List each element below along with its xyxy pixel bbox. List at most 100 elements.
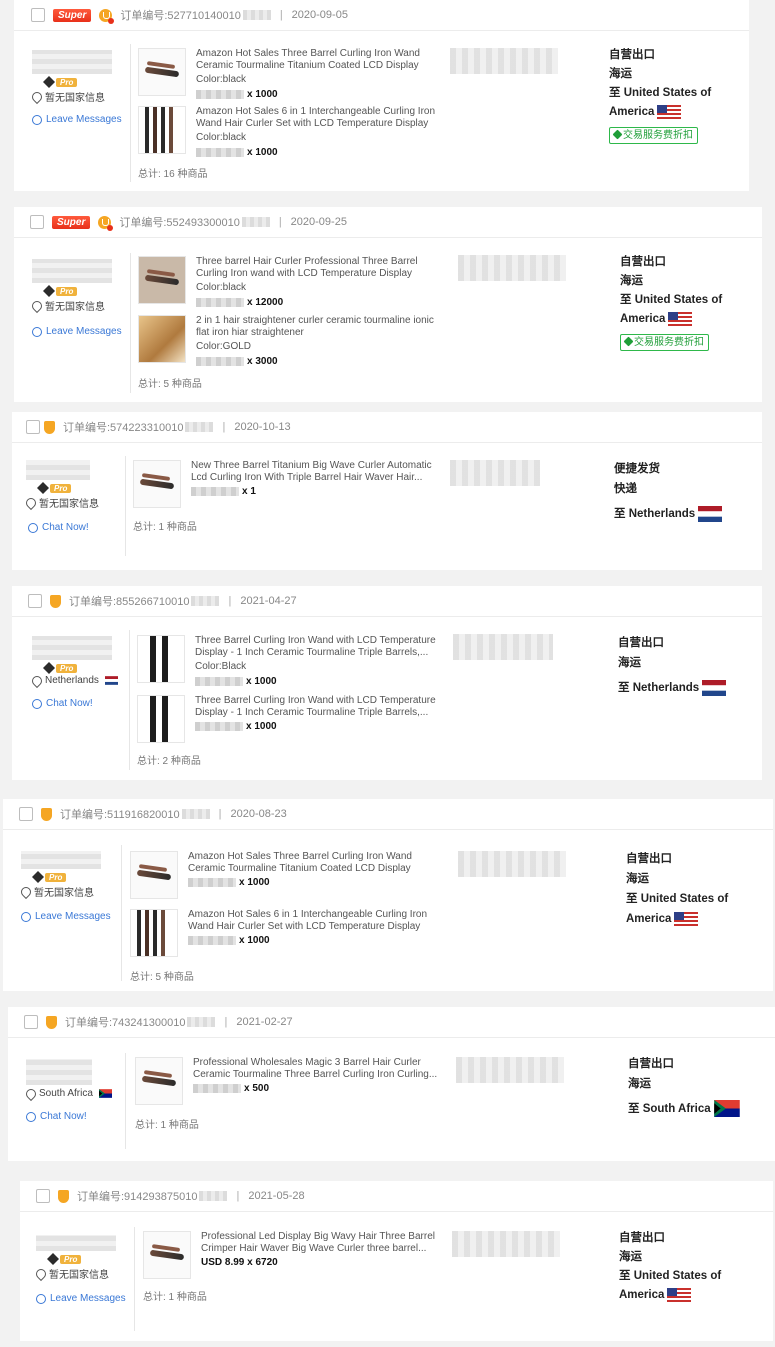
contact-link[interactable]: Chat Now! xyxy=(28,522,99,533)
divider xyxy=(130,253,131,393)
product-image[interactable] xyxy=(138,315,186,363)
service-discount-tag[interactable]: 交易服务费折扣 xyxy=(609,127,698,144)
product-image[interactable] xyxy=(138,48,186,96)
diamond-icon xyxy=(42,661,56,675)
chat-icon xyxy=(32,698,42,709)
order-number[interactable]: 订单编号:914293875010 xyxy=(77,1188,197,1204)
product-title[interactable]: Professional Led Display Big Wavy Hair T… xyxy=(201,1231,451,1254)
order-checkbox[interactable] xyxy=(36,1189,50,1203)
order-checkbox[interactable] xyxy=(24,1015,38,1029)
order-checkbox[interactable] xyxy=(28,594,42,608)
product-image[interactable] xyxy=(137,635,185,683)
contact-link[interactable]: Chat Now! xyxy=(32,698,118,709)
product-title[interactable]: Three Barrel Curling Iron Wand with LCD … xyxy=(195,635,445,658)
product-title[interactable]: Amazon Hot Sales 6 in 1 Interchangeable … xyxy=(188,909,438,932)
order-card: 订单编号:855266710010 | 2021-04-27 Pro Nethe… xyxy=(12,586,762,780)
product-image[interactable] xyxy=(138,106,186,154)
product-color: Color:black xyxy=(196,282,247,293)
order-date: 2021-04-27 xyxy=(240,595,297,607)
order-checkbox[interactable] xyxy=(30,215,44,229)
separator: | xyxy=(236,1190,240,1202)
buyer-block: Pro 暂无国家信息 Leave Messages xyxy=(33,1235,126,1304)
order-number[interactable]: 订单编号:552493300010 xyxy=(119,214,239,230)
product-quantity: x 3000 xyxy=(196,356,446,368)
us-flag-icon xyxy=(667,1287,692,1302)
order-number[interactable]: 订单编号:855266710010 xyxy=(69,593,189,609)
product-quantity: x 1000 xyxy=(188,935,438,947)
contact-link[interactable]: Leave Messages xyxy=(36,1293,126,1304)
product-title[interactable]: 2 in 1 hair straightener curler ceramic … xyxy=(196,315,446,338)
gold-supplier-icon xyxy=(99,8,115,24)
order-date: 2020-09-05 xyxy=(291,9,348,21)
product-color: Color:black xyxy=(196,74,247,85)
destination: 至 South Africa xyxy=(628,1099,768,1119)
location-pin-icon xyxy=(23,1086,39,1101)
contact-link[interactable]: Leave Messages xyxy=(21,911,111,922)
product-image[interactable] xyxy=(135,1057,183,1105)
destination: 至 United States of America xyxy=(609,87,712,119)
order-total-count: 总计: 16 种商品 xyxy=(138,169,208,180)
pro-badge: Pro xyxy=(36,481,99,495)
contact-label[interactable]: Leave Messages xyxy=(50,1293,126,1304)
shipping-type: 自营出口 xyxy=(609,49,655,61)
buyer-location: 暂无国家信息 xyxy=(23,495,99,510)
location-pin-icon xyxy=(18,884,34,899)
order-number[interactable]: 订单编号:574223310010 xyxy=(63,419,183,435)
contact-link[interactable]: Leave Messages xyxy=(32,326,122,337)
product-image[interactable] xyxy=(143,1231,191,1279)
product-title[interactable]: Amazon Hot Sales Three Barrel Curling Ir… xyxy=(188,851,438,874)
contact-label[interactable]: Leave Messages xyxy=(35,911,111,922)
gold-shield-icon xyxy=(46,1015,57,1029)
order-number[interactable]: 订单编号:527710140010 xyxy=(120,7,240,23)
service-discount-tag[interactable]: 交易服务费折扣 xyxy=(620,334,709,351)
product-color: Color:GOLD xyxy=(196,341,252,352)
product-image[interactable] xyxy=(133,460,181,508)
chat-icon xyxy=(21,911,31,922)
product-item: 2 in 1 hair straightener curler ceramic … xyxy=(138,315,446,367)
separator: | xyxy=(228,595,232,607)
contact-label[interactable]: Leave Messages xyxy=(46,326,122,337)
product-quantity: x 500 xyxy=(193,1083,443,1095)
buyer-location: 暂无国家信息 xyxy=(29,89,122,104)
redacted-buyer-name xyxy=(32,259,112,283)
order-header: Super 订单编号:527710140010 | 2020-09-05 xyxy=(14,0,749,31)
order-checkbox[interactable] xyxy=(19,807,33,821)
product-item: New Three Barrel Titanium Big Wave Curle… xyxy=(133,460,441,508)
product-image[interactable] xyxy=(138,256,186,304)
contact-label[interactable]: Chat Now! xyxy=(42,522,89,533)
order-number[interactable]: 订单编号:743241300010 xyxy=(65,1014,185,1030)
contact-label[interactable]: Leave Messages xyxy=(46,114,122,125)
product-title[interactable]: Amazon Hot Sales 6 in 1 Interchangeable … xyxy=(196,106,446,129)
product-image[interactable] xyxy=(130,909,178,957)
redacted-amount xyxy=(453,634,553,660)
contact-label[interactable]: Chat Now! xyxy=(40,1111,87,1122)
order-total-count: 总计: 5 种商品 xyxy=(138,379,202,390)
destination: 至 United States of America xyxy=(620,294,723,326)
redacted-buyer-name xyxy=(26,460,90,480)
location-pin-icon xyxy=(23,495,39,510)
order-checkbox[interactable] xyxy=(26,420,40,434)
product-title[interactable]: New Three Barrel Titanium Big Wave Curle… xyxy=(191,460,441,483)
contact-link[interactable]: Chat Now! xyxy=(26,1111,112,1122)
contact-label[interactable]: Chat Now! xyxy=(46,698,93,709)
order-checkbox[interactable] xyxy=(31,8,45,22)
diamond-icon xyxy=(42,284,56,298)
country-info: 暂无国家信息 xyxy=(45,93,105,104)
shipping-info: 便捷发货 快递 至 Netherlands xyxy=(614,459,754,524)
shipping-mode: 海运 xyxy=(628,1078,651,1090)
product-title[interactable]: Three Barrel Curling Iron Wand with LCD … xyxy=(195,695,445,718)
product-title[interactable]: Amazon Hot Sales Three Barrel Curling Ir… xyxy=(196,48,446,71)
contact-link[interactable]: Leave Messages xyxy=(32,114,122,125)
product-title[interactable]: Three barrel Hair Curler Professional Th… xyxy=(196,256,446,279)
product-item: Three barrel Hair Curler Professional Th… xyxy=(138,256,446,308)
tag-icon xyxy=(612,129,623,140)
product-image[interactable] xyxy=(130,851,178,899)
product-item: Professional Led Display Big Wavy Hair T… xyxy=(143,1231,451,1279)
divider xyxy=(130,44,131,182)
product-image[interactable] xyxy=(137,695,185,743)
redacted-text xyxy=(187,1017,216,1027)
gold-supplier-icon xyxy=(98,215,114,231)
product-title[interactable]: Professional Wholesales Magic 3 Barrel H… xyxy=(193,1057,443,1080)
pro-badge: Pro xyxy=(42,661,118,675)
order-number[interactable]: 订单编号:511916820010 xyxy=(60,806,180,822)
